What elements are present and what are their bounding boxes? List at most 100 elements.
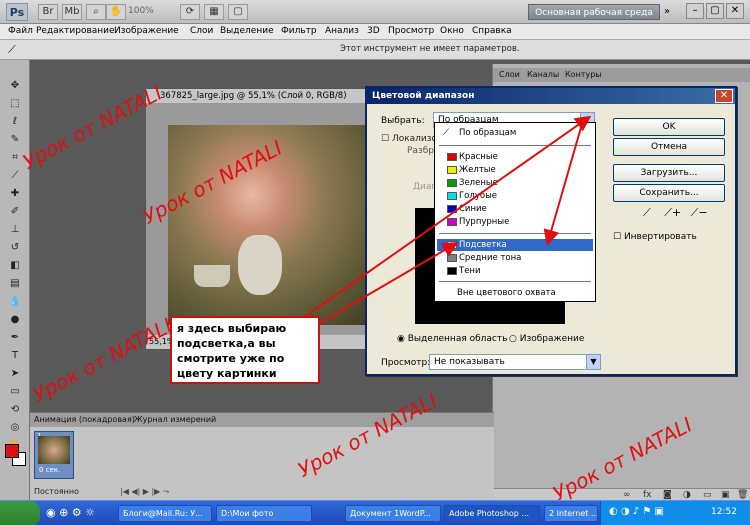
path-select-tool-icon[interactable]: ➤ bbox=[8, 368, 22, 380]
bridge-icon[interactable]: Br bbox=[38, 4, 58, 20]
dropdown-item-shadows[interactable]: Тени bbox=[437, 265, 593, 277]
3d-orbit-tool-icon[interactable]: ◎ bbox=[8, 422, 22, 434]
view-dropdown[interactable]: Не показывать ▼ bbox=[429, 354, 601, 370]
ok-button[interactable]: OK bbox=[613, 118, 725, 136]
watermark-text: Урок от NATALI bbox=[28, 313, 177, 407]
menu-view[interactable]: Просмотр bbox=[388, 26, 434, 36]
animation-panel: Анимация (покадровая) Журнал измерений 1… bbox=[30, 412, 494, 500]
zoom-level[interactable]: 100% bbox=[128, 6, 154, 16]
menu-file[interactable]: Файл bbox=[8, 26, 33, 36]
start-button[interactable] bbox=[0, 501, 40, 525]
dropdown-item-yellows[interactable]: Желтые bbox=[437, 164, 593, 176]
load-button[interactable]: Загрузить... bbox=[613, 164, 725, 182]
task-browser[interactable]: Блоги@Mail.Ru: У... bbox=[118, 505, 212, 522]
eyedropper-tool-icon[interactable]: ⟋ bbox=[8, 170, 22, 182]
radio-selection[interactable]: ◉ Выделенная область bbox=[397, 334, 507, 344]
menu-select[interactable]: Выделение bbox=[220, 26, 274, 36]
dropdown-item-highlights[interactable]: Подсветка bbox=[437, 239, 593, 251]
frame-duration[interactable]: 0 сек. bbox=[39, 466, 60, 474]
radio-image[interactable]: ○ Изображение bbox=[509, 334, 584, 344]
quick-select-tool-icon[interactable]: ✎ bbox=[8, 134, 22, 146]
dropdown-item-magentas[interactable]: Пурпурные bbox=[437, 216, 593, 228]
trash-icon[interactable]: 🗑 bbox=[737, 490, 748, 500]
task-photoshop[interactable]: Adobe Photoshop ... bbox=[444, 505, 540, 522]
menu-3d[interactable]: 3D bbox=[367, 26, 380, 36]
eraser-tool-icon[interactable]: ◧ bbox=[8, 260, 22, 272]
arrange-documents-icon[interactable]: ▦ bbox=[204, 4, 224, 20]
eyedropper-icon[interactable]: ⟋ bbox=[643, 206, 651, 219]
dropdown-item-cyans[interactable]: Голубые bbox=[437, 190, 593, 202]
task-internet[interactable]: 2 Internet ... bbox=[544, 505, 598, 522]
loop-option[interactable]: Постоянно bbox=[34, 487, 79, 496]
menu-help[interactable]: Справка bbox=[472, 26, 512, 36]
minimize-button[interactable]: – bbox=[686, 3, 704, 19]
menu-analysis[interactable]: Анализ bbox=[325, 26, 359, 36]
dropdown-item-reds[interactable]: Красные bbox=[437, 151, 593, 163]
playback-controls-icon[interactable]: |◀ ◀| ▶ |▶ ⤳ bbox=[120, 487, 169, 497]
shape-tool-icon[interactable]: ▭ bbox=[8, 386, 22, 398]
move-tool-icon[interactable]: ✥ bbox=[8, 80, 22, 92]
menu-image[interactable]: Изображение bbox=[114, 26, 179, 36]
quick-launch-icons[interactable]: ◉ ⊕ ⚙ ☼ bbox=[46, 506, 95, 519]
group-icon[interactable]: ▭ bbox=[703, 490, 712, 500]
tray-icons[interactable]: ◐ ◑ ♪ ⚑ ▣ bbox=[609, 506, 664, 517]
eyedropper-plus-icon[interactable]: ⟋+ bbox=[664, 206, 681, 219]
eyedropper-icon[interactable]: ⟋ bbox=[8, 43, 16, 57]
cancel-button[interactable]: Отмена bbox=[613, 138, 725, 156]
chevron-down-icon[interactable]: ▼ bbox=[586, 355, 600, 369]
stamp-tool-icon[interactable]: ⊥ bbox=[8, 224, 22, 236]
menu-edit[interactable]: Редактирование bbox=[36, 26, 115, 36]
history-brush-icon[interactable]: ↺ bbox=[8, 242, 22, 254]
save-button[interactable]: Сохранить... bbox=[613, 184, 725, 202]
new-layer-icon[interactable]: ▣ bbox=[721, 490, 730, 500]
color-swatch bbox=[447, 218, 457, 226]
task-explorer[interactable]: D:\Мои фото bbox=[216, 505, 312, 522]
dropdown-item-greens[interactable]: Зеленые bbox=[437, 177, 593, 189]
type-tool-icon[interactable]: T bbox=[8, 350, 22, 362]
marquee-tool-icon[interactable]: ⬚ bbox=[8, 98, 22, 110]
tab-measurement-log[interactable]: Журнал измерений bbox=[134, 415, 216, 424]
layer-style-icon[interactable]: fx bbox=[643, 490, 652, 500]
tab-layers[interactable]: Слои bbox=[499, 70, 520, 79]
document-tab[interactable]: 367825_large.jpg @ 55,1% (Слой 0, RGB/8) bbox=[146, 89, 382, 103]
blur-tool-icon[interactable]: 💧 bbox=[8, 296, 22, 308]
menu-window[interactable]: Окно bbox=[440, 26, 464, 36]
pen-tool-icon[interactable]: ✒ bbox=[8, 332, 22, 344]
adjustment-layer-icon[interactable]: ◑ bbox=[683, 490, 691, 500]
zoom-tool-icon[interactable]: ⌕ bbox=[86, 4, 106, 20]
minibridge-icon[interactable]: Mb bbox=[62, 4, 82, 20]
gradient-tool-icon[interactable]: ▤ bbox=[8, 278, 22, 290]
workspace-switcher[interactable]: Основная рабочая среда bbox=[528, 4, 660, 20]
eyedropper-minus-icon[interactable]: ⟋− bbox=[691, 206, 708, 219]
dropdown-item-blues[interactable]: Синие bbox=[437, 203, 593, 215]
foreground-color-swatch[interactable] bbox=[5, 444, 19, 458]
dropdown-item-sampled[interactable]: ⟋ По образцам bbox=[437, 127, 593, 139]
dodge-tool-icon[interactable]: ● bbox=[8, 314, 22, 326]
view-label: Просмотр: bbox=[381, 358, 431, 368]
workspace-more-icon[interactable]: » bbox=[664, 6, 670, 17]
brush-tool-icon[interactable]: ✐ bbox=[8, 206, 22, 218]
tab-paths[interactable]: Контуры bbox=[565, 70, 602, 79]
rotate-view-icon[interactable]: ⟳ bbox=[180, 4, 200, 20]
healing-tool-icon[interactable]: ✚ bbox=[8, 188, 22, 200]
tab-channels[interactable]: Каналы bbox=[527, 70, 559, 79]
tab-animation[interactable]: Анимация (покадровая) bbox=[34, 415, 135, 424]
lasso-tool-icon[interactable]: ℓ bbox=[8, 116, 22, 128]
dropdown-item-midtones[interactable]: Средние тона bbox=[437, 252, 593, 264]
layer-mask-icon[interactable]: ◙ bbox=[663, 490, 672, 500]
menu-filter[interactable]: Фильтр bbox=[281, 26, 317, 36]
screen-mode-icon[interactable]: ▢ bbox=[228, 4, 248, 20]
menu-layers[interactable]: Слои bbox=[190, 26, 213, 36]
invert-checkbox[interactable]: ☐ Инвертировать bbox=[613, 232, 697, 242]
dialog-close-button[interactable]: ✕ bbox=[715, 89, 733, 103]
view-value: Не показывать bbox=[434, 357, 505, 367]
link-layers-icon[interactable]: ∞ bbox=[623, 490, 631, 500]
task-word[interactable]: Документ 1WordP... bbox=[345, 505, 441, 522]
animation-frame[interactable]: 1 0 сек. bbox=[34, 431, 74, 479]
item-label: Пурпурные bbox=[459, 217, 510, 227]
maximize-button[interactable]: ▢ bbox=[706, 3, 724, 19]
3d-rotate-tool-icon[interactable]: ⟲ bbox=[8, 404, 22, 416]
hand-tool-icon[interactable]: ✋ bbox=[106, 4, 126, 20]
dropdown-item-out-of-gamut[interactable]: Вне цветового охвата bbox=[437, 287, 593, 299]
close-button[interactable]: ✕ bbox=[726, 3, 744, 19]
